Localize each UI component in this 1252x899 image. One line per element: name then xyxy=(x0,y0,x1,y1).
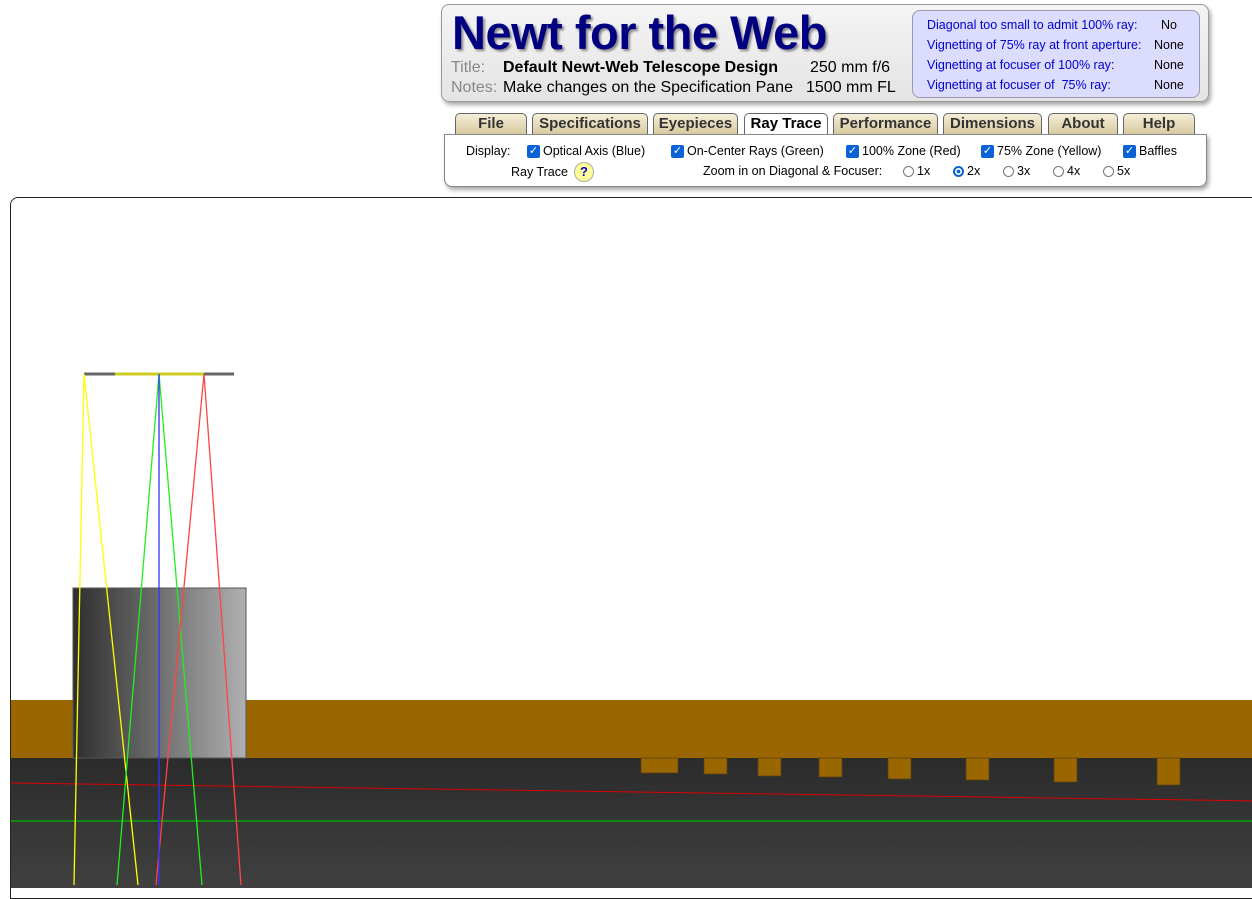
tab-file[interactable]: File xyxy=(455,113,527,134)
checkbox-icon: ✓ xyxy=(846,144,859,158)
ray-trace-options: Display: ✓ Optical Axis (Blue) ✓ On-Center… xyxy=(444,134,1207,187)
checkbox-icon: ✓ xyxy=(527,144,540,158)
radio-zoom-5x[interactable]: 5x xyxy=(1103,164,1130,178)
baffle xyxy=(757,757,782,777)
tab-eyepieces[interactable]: Eyepieces xyxy=(653,113,738,134)
checkbox-icon: ✓ xyxy=(671,144,684,158)
notes: Make changes on the Specification Pane xyxy=(503,79,793,96)
tab-about[interactable]: About xyxy=(1048,113,1118,134)
checkbox-icon: ✓ xyxy=(1123,144,1136,158)
baffle xyxy=(887,757,912,780)
title-row: Title: Default Newt-Web Telescope Design 2… xyxy=(451,59,890,77)
display-label: Display: xyxy=(466,144,511,158)
checkbox-baffles[interactable]: ✓ Baffles xyxy=(1123,144,1177,158)
baffle xyxy=(965,757,990,781)
tab-performance[interactable]: Performance xyxy=(833,113,938,134)
header-panel: Newt for the Web Title: Default Newt-Web … xyxy=(441,4,1209,102)
checkbox-optical-axis[interactable]: ✓ Optical Axis (Blue) xyxy=(527,144,645,158)
tab-dimensions[interactable]: Dimensions xyxy=(943,113,1042,134)
ray-trace-canvas xyxy=(10,197,1252,899)
status-vignetting-100: Vignetting at focuser of 100% ray: None xyxy=(927,58,1184,72)
help-icon[interactable]: ? xyxy=(573,162,594,182)
status-box: Diagonal too small to admit 100% ray: No … xyxy=(912,10,1200,98)
zoom-label: Zoom in on Diagonal & Focuser: xyxy=(703,164,883,178)
baffle xyxy=(818,757,843,778)
baffle xyxy=(703,757,728,775)
ray-trace-label: Ray Trace? xyxy=(511,162,594,182)
baffle xyxy=(640,757,679,774)
radio-zoom-2x[interactable]: 2x xyxy=(953,164,980,178)
checkbox-icon: ✓ xyxy=(981,144,994,158)
tab-ray-trace[interactable]: Ray Trace xyxy=(744,113,828,136)
tab-specifications[interactable]: Specifications xyxy=(532,113,648,134)
checkbox-75-zone[interactable]: ✓ 75% Zone (Yellow) xyxy=(981,144,1101,158)
checkbox-on-center-rays[interactable]: ✓ On-Center Rays (Green) xyxy=(671,144,824,158)
status-diagonal: Diagonal too small to admit 100% ray: No xyxy=(927,18,1177,32)
ray-trace-drawing xyxy=(11,372,1252,888)
baffle xyxy=(1053,757,1078,783)
status-vignetting-75: Vignetting at focuser of 75% ray: None xyxy=(927,78,1184,92)
notes-row: Notes: Make changes on the Specification … xyxy=(451,79,896,97)
status-vignetting-front: Vignetting of 75% ray at front aperture:… xyxy=(927,38,1184,52)
checkbox-100-zone[interactable]: ✓ 100% Zone (Red) xyxy=(846,144,961,158)
design-title: Default Newt-Web Telescope Design xyxy=(503,59,779,76)
tab-help[interactable]: Help xyxy=(1123,113,1195,134)
radio-zoom-4x[interactable]: 4x xyxy=(1053,164,1080,178)
radio-zoom-1x[interactable]: 1x xyxy=(903,164,930,178)
app-title: Newt for the Web xyxy=(452,6,827,59)
radio-zoom-3x[interactable]: 3x xyxy=(1003,164,1030,178)
baffle xyxy=(1156,757,1181,786)
